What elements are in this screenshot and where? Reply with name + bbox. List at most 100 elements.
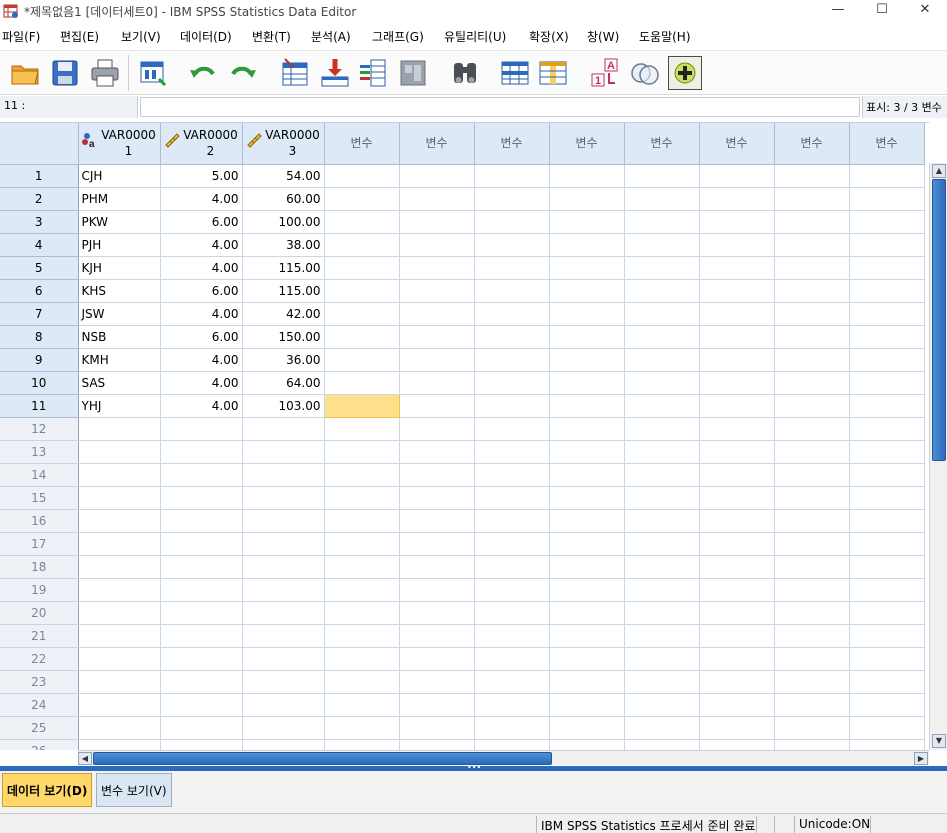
empty-cell[interactable] <box>160 647 243 671</box>
data-cell[interactable]: 4.00 <box>160 371 243 395</box>
data-cell[interactable]: 4.00 <box>160 302 243 326</box>
empty-cell[interactable] <box>624 555 700 579</box>
data-cell[interactable]: KHS <box>78 279 161 303</box>
empty-cell[interactable] <box>624 233 700 257</box>
empty-cell[interactable] <box>160 486 243 510</box>
minimize-button[interactable]: — <box>816 0 860 22</box>
data-cell[interactable]: 103.00 <box>242 394 325 418</box>
empty-cell[interactable] <box>624 624 700 648</box>
empty-cell[interactable] <box>624 371 700 395</box>
empty-cell[interactable] <box>699 486 775 510</box>
empty-cell[interactable] <box>399 693 475 717</box>
empty-cell[interactable] <box>849 601 925 625</box>
empty-cell[interactable] <box>324 279 400 303</box>
row-number[interactable]: 3 <box>0 210 79 234</box>
empty-cell[interactable] <box>699 463 775 487</box>
cell-value-input[interactable] <box>140 97 860 117</box>
scroll-down-arrow-icon[interactable]: ▼ <box>932 734 946 748</box>
empty-cell[interactable] <box>699 256 775 280</box>
row-number[interactable]: 18 <box>0 555 79 579</box>
row-number[interactable]: 12 <box>0 417 79 441</box>
empty-cell[interactable] <box>624 256 700 280</box>
empty-cell[interactable] <box>774 486 850 510</box>
empty-cell[interactable] <box>849 486 925 510</box>
empty-cell[interactable] <box>774 578 850 602</box>
empty-cell[interactable] <box>624 187 700 211</box>
scroll-right-arrow-icon[interactable]: ▶ <box>914 752 928 765</box>
empty-cell[interactable] <box>849 371 925 395</box>
empty-cell[interactable] <box>474 256 550 280</box>
empty-cell[interactable] <box>774 440 850 464</box>
empty-cell[interactable] <box>242 693 325 717</box>
empty-cell[interactable] <box>624 486 700 510</box>
vertical-scrollbar[interactable]: ▲ ▼ <box>929 163 947 750</box>
empty-cell[interactable] <box>160 578 243 602</box>
empty-cell[interactable] <box>160 624 243 648</box>
empty-cell[interactable] <box>624 578 700 602</box>
empty-cell[interactable] <box>549 187 625 211</box>
empty-cell[interactable] <box>242 739 325 750</box>
open-folder-icon[interactable] <box>8 56 42 90</box>
empty-cell[interactable] <box>474 578 550 602</box>
tab-data-view[interactable]: 데이터 보기(D) <box>2 773 93 807</box>
row-number[interactable]: 19 <box>0 578 79 602</box>
empty-cell[interactable] <box>474 463 550 487</box>
row-number[interactable]: 10 <box>0 371 79 395</box>
empty-cell[interactable] <box>549 325 625 349</box>
empty-cell[interactable] <box>849 624 925 648</box>
empty-cell[interactable] <box>549 555 625 579</box>
empty-cell[interactable] <box>474 624 550 648</box>
empty-cell[interactable] <box>160 440 243 464</box>
column-header-var3[interactable]: VAR0000 3 <box>242 123 325 165</box>
column-header-empty[interactable]: 변수 <box>774 123 850 165</box>
empty-cell[interactable] <box>324 440 400 464</box>
maximize-button[interactable]: ☐ <box>860 0 904 22</box>
row-number[interactable]: 7 <box>0 302 79 326</box>
empty-cell[interactable] <box>624 647 700 671</box>
empty-cell[interactable] <box>160 601 243 625</box>
empty-cell[interactable] <box>774 394 850 418</box>
empty-cell[interactable] <box>624 440 700 464</box>
empty-cell[interactable] <box>78 739 161 750</box>
data-cell[interactable]: KJH <box>78 256 161 280</box>
empty-cell[interactable] <box>324 233 400 257</box>
empty-cell[interactable] <box>474 716 550 740</box>
goto-case-icon[interactable] <box>278 56 312 90</box>
menu-file[interactable]: 파일(F) <box>2 28 40 45</box>
empty-cell[interactable] <box>849 647 925 671</box>
empty-cell[interactable] <box>474 394 550 418</box>
column-header-empty[interactable]: 변수 <box>549 123 625 165</box>
data-cell[interactable]: NSB <box>78 325 161 349</box>
empty-cell[interactable] <box>699 164 775 188</box>
data-cell[interactable]: 38.00 <box>242 233 325 257</box>
empty-cell[interactable] <box>624 417 700 441</box>
empty-cell[interactable] <box>849 693 925 717</box>
data-cell[interactable]: 150.00 <box>242 325 325 349</box>
empty-cell[interactable] <box>849 302 925 326</box>
empty-cell[interactable] <box>324 371 400 395</box>
row-number[interactable]: 4 <box>0 233 79 257</box>
insert-cases-icon[interactable] <box>498 56 532 90</box>
row-number[interactable]: 13 <box>0 440 79 464</box>
empty-cell[interactable] <box>849 440 925 464</box>
row-number[interactable]: 16 <box>0 509 79 533</box>
empty-cell[interactable] <box>324 210 400 234</box>
column-header-var1[interactable]: a VAR0000 1 <box>78 123 161 165</box>
empty-cell[interactable] <box>549 486 625 510</box>
empty-cell[interactable] <box>160 532 243 556</box>
empty-cell[interactable] <box>160 463 243 487</box>
scroll-up-arrow-icon[interactable]: ▲ <box>932 164 946 178</box>
row-number[interactable]: 1 <box>0 164 79 188</box>
empty-cell[interactable] <box>699 693 775 717</box>
empty-cell[interactable] <box>849 463 925 487</box>
empty-cell[interactable] <box>699 348 775 372</box>
empty-cell[interactable] <box>324 256 400 280</box>
empty-cell[interactable] <box>774 325 850 349</box>
data-cell[interactable]: 6.00 <box>160 325 243 349</box>
data-cell[interactable]: SAS <box>78 371 161 395</box>
horizontal-scroll-thumb[interactable] <box>93 752 552 765</box>
data-cell[interactable]: 100.00 <box>242 210 325 234</box>
row-number[interactable]: 26 <box>0 739 79 750</box>
empty-cell[interactable] <box>549 164 625 188</box>
menu-edit[interactable]: 편집(E) <box>60 28 99 45</box>
